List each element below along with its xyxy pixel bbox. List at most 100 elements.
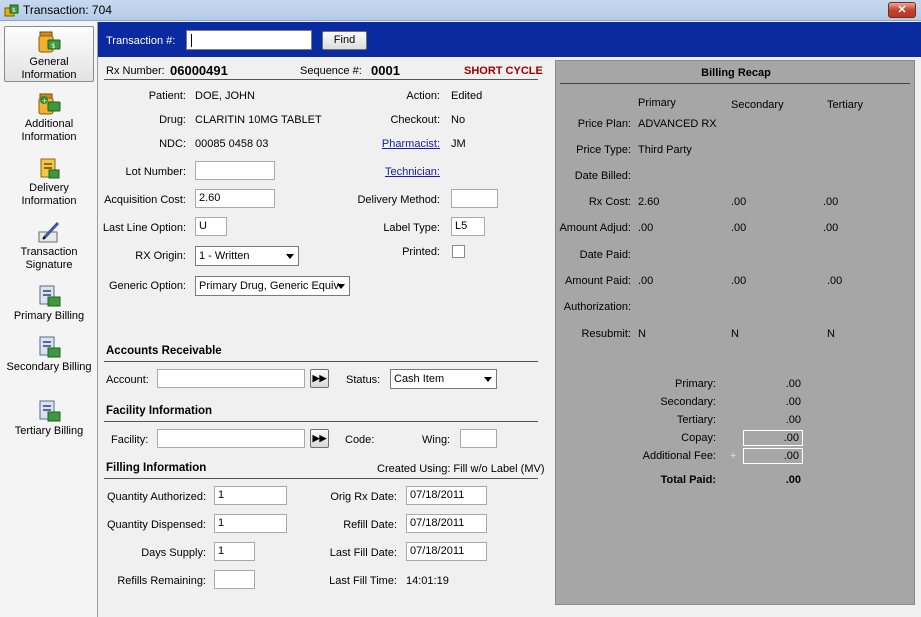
- ndc-value: 00085 0458 03: [195, 138, 269, 150]
- column-header-tertiary: Tertiary: [827, 99, 864, 111]
- text-caret: [191, 34, 192, 47]
- days-supply-label: Days Supply:: [141, 547, 206, 559]
- sequence-value: 0001: [371, 63, 400, 78]
- refill-date-label: Refill Date:: [343, 519, 397, 531]
- drug-value: CLARITIN 10MG TABLET: [195, 114, 322, 126]
- billing-document-icon: [39, 400, 61, 422]
- printed-checkbox[interactable]: [452, 245, 465, 258]
- printed-label: Printed:: [402, 246, 440, 258]
- total-primary-label: Primary:: [675, 378, 716, 390]
- orig-rx-date-input[interactable]: 07/18/2011: [406, 486, 487, 505]
- column-header-primary: Primary: [638, 97, 676, 109]
- quantity-dispensed-input[interactable]: 1: [214, 514, 287, 533]
- generic-option-label: Generic Option:: [108, 280, 186, 292]
- cycle-status: SHORT CYCLE: [464, 65, 543, 77]
- drug-label: Drug:: [159, 114, 186, 126]
- last-fill-date-label: Last Fill Date:: [329, 547, 397, 559]
- additional-fee-field[interactable]: .00: [743, 448, 803, 464]
- transaction-number-input[interactable]: [186, 30, 312, 50]
- sidebar-item-transaction-signature[interactable]: Transaction Signature: [4, 220, 94, 272]
- total-paid-value: .00: [785, 474, 801, 486]
- total-primary-value: .00: [785, 378, 801, 390]
- acquisition-cost-label: Acquisition Cost:: [104, 194, 186, 206]
- signature-pen-icon: [38, 221, 60, 243]
- sidebar-item-label: Additional Information: [21, 118, 77, 143]
- quantity-authorized-input[interactable]: 1: [214, 486, 287, 505]
- divider: [104, 421, 538, 422]
- checkout-label: Checkout:: [390, 114, 440, 126]
- acquisition-cost-input[interactable]: 2.60: [195, 189, 275, 208]
- total-secondary-label: Secondary:: [660, 396, 716, 408]
- delivery-method-input[interactable]: [451, 189, 498, 208]
- refill-date-input[interactable]: 07/18/2011: [406, 514, 487, 533]
- pill-bottle-plus-icon: +: [38, 93, 61, 115]
- accounts-receivable-heading: Accounts Receivable: [106, 345, 222, 357]
- close-button[interactable]: ✕: [888, 2, 916, 18]
- billing-recap-heading: Billing Recap: [701, 67, 771, 79]
- lot-number-input[interactable]: [195, 161, 275, 180]
- total-secondary-value: .00: [785, 396, 801, 408]
- facility-information-heading: Facility Information: [106, 405, 213, 417]
- refills-remaining-input[interactable]: [214, 570, 255, 589]
- sequence-label: Sequence #:: [300, 65, 362, 77]
- days-supply-input[interactable]: 1: [214, 542, 255, 561]
- orig-rx-date-label: Orig Rx Date:: [330, 491, 397, 503]
- created-using-text: Created Using: Fill w/o Label (MV): [377, 463, 545, 475]
- status-select[interactable]: Cash Item: [390, 369, 497, 389]
- sidebar-item-secondary-billing[interactable]: Secondary Billing: [4, 335, 94, 374]
- sidebar-item-primary-billing[interactable]: Primary Billing: [4, 284, 94, 323]
- column-header-secondary: Secondary: [731, 99, 784, 111]
- rx-number-label: Rx Number:: [106, 65, 165, 77]
- total-tertiary-label: Tertiary:: [676, 414, 716, 426]
- transaction-search-bar: Transaction #: Find: [98, 22, 921, 57]
- copay-field[interactable]: .00: [743, 430, 803, 446]
- account-input[interactable]: [157, 369, 305, 388]
- sidebar: $ General Information + Additional Infor…: [0, 22, 98, 617]
- last-fill-time-label: Last Fill Time:: [329, 575, 397, 587]
- rx-origin-label: RX Origin:: [135, 250, 186, 262]
- sidebar-item-label: Tertiary Billing: [14, 425, 84, 437]
- delivery-method-label: Delivery Method:: [357, 194, 440, 206]
- chevron-down-icon: [337, 284, 345, 289]
- additional-fee-label: Additional Fee:: [642, 450, 716, 462]
- account-label: Account:: [106, 374, 149, 386]
- divider: [104, 79, 538, 80]
- divider: [560, 83, 910, 84]
- total-tertiary-value: .00: [785, 414, 801, 426]
- svg-text:+: +: [42, 97, 48, 105]
- sidebar-item-general-information[interactable]: $ General Information: [4, 26, 94, 82]
- last-line-option-input[interactable]: U: [195, 217, 227, 236]
- last-fill-time-value: 14:01:19: [406, 575, 449, 587]
- sidebar-item-delivery-information[interactable]: Delivery Information: [4, 156, 94, 208]
- action-label: Action:: [406, 90, 440, 102]
- account-lookup-button[interactable]: ▶▶: [310, 369, 329, 388]
- chevron-down-icon: [286, 254, 294, 259]
- sidebar-item-label: Primary Billing: [13, 310, 85, 322]
- sidebar-item-label: Transaction Signature: [20, 246, 78, 271]
- facility-lookup-button[interactable]: ▶▶: [310, 429, 329, 448]
- facility-input[interactable]: [157, 429, 305, 448]
- pharmacist-link[interactable]: Pharmacist:: [348, 138, 440, 150]
- technician-link[interactable]: Technician:: [348, 166, 440, 178]
- rx-origin-select[interactable]: 1 - Written: [195, 246, 299, 266]
- billing-recap-panel: Billing Recap Primary Secondary Tertiary…: [555, 60, 915, 605]
- svg-text:$: $: [51, 42, 55, 50]
- wing-input[interactable]: [460, 429, 497, 448]
- patient-label: Patient:: [148, 90, 186, 102]
- refills-remaining-label: Refills Remaining:: [117, 575, 206, 587]
- status-label: Status:: [346, 374, 381, 386]
- sidebar-item-additional-information[interactable]: + Additional Information: [4, 92, 94, 144]
- find-button[interactable]: Find: [322, 31, 367, 50]
- sidebar-item-tertiary-billing[interactable]: Tertiary Billing: [4, 399, 94, 438]
- general-information-panel: Rx Number: 06000491 Sequence #: 0001 SHO…: [98, 57, 921, 617]
- transaction-number-label: Transaction #:: [106, 35, 176, 47]
- copay-label: Copay:: [681, 432, 716, 444]
- label-type-input[interactable]: L5: [451, 217, 485, 236]
- sidebar-item-label: General Information: [21, 56, 77, 81]
- last-fill-date-input[interactable]: 07/18/2011: [406, 542, 487, 561]
- quantity-dispensed-label: Quantity Dispensed:: [106, 519, 206, 531]
- divider: [104, 361, 538, 362]
- facility-label: Facility:: [111, 434, 149, 446]
- action-value: Edited: [451, 90, 483, 102]
- generic-option-select[interactable]: Primary Drug, Generic Equiv: [195, 276, 350, 296]
